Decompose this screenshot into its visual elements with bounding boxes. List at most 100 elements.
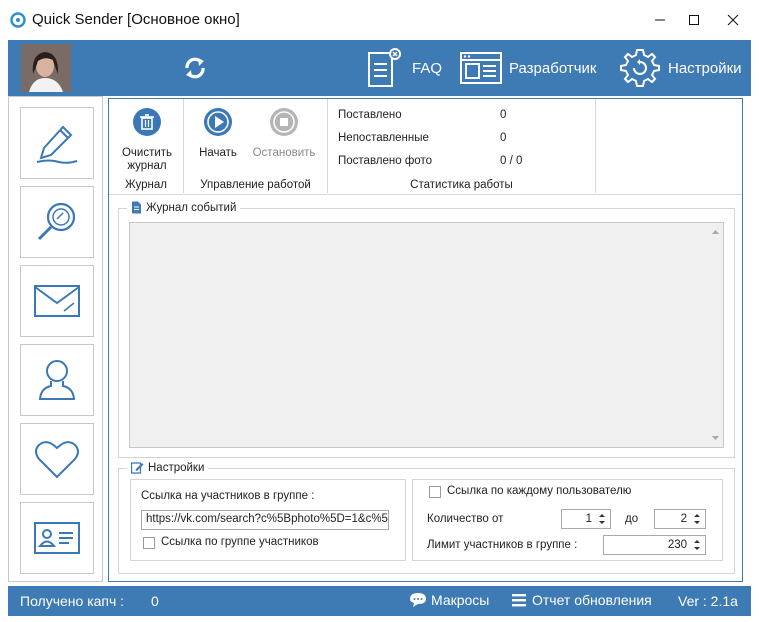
sidebar-item-messages[interactable] [20, 265, 94, 337]
faq-label: FAQ [412, 59, 443, 77]
trash-icon [133, 108, 161, 136]
stat-label-photos: Поставлено фото [338, 155, 432, 167]
developer-label: Разработчик [509, 59, 597, 77]
app-logo-icon [10, 12, 26, 28]
clear-journal-button[interactable]: Очистить журнал [117, 107, 177, 173]
clear-journal-label-line1: Очистить [121, 147, 173, 159]
sidebar-item-users[interactable] [20, 344, 94, 416]
start-label: Начать [199, 147, 237, 159]
group-link-box: Ссылка на участников в группе : https://… [130, 479, 406, 561]
scroll-up-icon [712, 230, 719, 234]
group-link-input[interactable]: https://vk.com/search?c%5Bphoto%5D=1&c%5… [141, 510, 389, 530]
user-icon [38, 360, 76, 400]
sidebar-item-likes[interactable] [20, 423, 94, 495]
group-link-label: Ссылка на участников в группе : [141, 490, 315, 502]
ribbon: Очистить журнал Журнал Начать Остановить… [109, 99, 742, 195]
maximize-icon [689, 15, 699, 25]
stat-label-delivered: Поставлено [338, 109, 402, 121]
sidebar-item-compose[interactable] [20, 107, 94, 179]
count-from-value: 1 [585, 513, 592, 525]
settings-label: Настройки [668, 59, 742, 77]
id-card-icon [34, 522, 80, 554]
work-group-caption: Управление работой [200, 179, 311, 191]
count-from-label: Количество от [427, 513, 504, 525]
heart-icon [35, 441, 79, 479]
stats-group-caption: Статистика работы [410, 179, 513, 191]
spin-arrows-icon[interactable] [691, 537, 703, 553]
settings-legend: Настройки [127, 461, 209, 474]
count-to-value: 2 [680, 513, 687, 525]
faq-button[interactable]: FAQ [366, 45, 442, 91]
settings-edit-icon [131, 462, 144, 474]
minimize-button[interactable] [643, 6, 677, 34]
avatar[interactable] [21, 44, 71, 92]
status-bar: Получено капч : 0 Макросы Отчет обновлен… [8, 586, 751, 616]
version-label: Ver : 2.1a [678, 593, 738, 609]
count-to-stepper[interactable]: 2 [654, 509, 706, 529]
update-report-label: Отчет обновления [532, 592, 652, 608]
close-button[interactable] [716, 6, 750, 34]
list-icon [512, 594, 526, 607]
sidebar-item-search[interactable] [20, 186, 94, 258]
captcha-label: Получено капч : [20, 593, 125, 609]
stop-button[interactable]: Остановить [248, 107, 320, 160]
refresh-button[interactable] [178, 51, 212, 85]
maximize-button[interactable] [677, 6, 711, 34]
limit-value: 230 [667, 539, 687, 551]
sidebar-item-profile[interactable] [20, 502, 94, 574]
settings-legend-label: Настройки [148, 461, 205, 474]
browser-window-icon [460, 52, 502, 84]
refresh-icon [185, 57, 205, 79]
window-title: Quick Sender [Основное окно] [32, 11, 240, 28]
settings-button[interactable]: Настройки [618, 45, 742, 91]
work-control-group: Начать Остановить Управление работой [184, 99, 328, 193]
avatar-image [21, 44, 71, 92]
captcha-value: 0 [151, 593, 159, 609]
stat-value-delivered: 0 [500, 109, 507, 121]
stat-label-undelivered: Непоставленные [338, 132, 429, 144]
play-icon [204, 108, 232, 136]
close-icon [727, 14, 739, 26]
document-icon [132, 201, 141, 214]
per-user-checkbox[interactable] [429, 486, 441, 498]
journal-group-caption: Журнал [125, 179, 167, 191]
title-bar: Quick Sender [Основное окно] [0, 0, 759, 40]
main-panel: Очистить журнал Журнал Начать Остановить… [108, 98, 743, 582]
clear-journal-label-line2: журнал [127, 160, 167, 172]
macros-label: Макросы [431, 592, 490, 608]
gear-icon [620, 49, 660, 87]
group-link-checkbox[interactable] [143, 537, 155, 549]
event-log[interactable] [129, 222, 724, 448]
scroll-down-icon [712, 436, 719, 440]
developer-button[interactable]: Разработчик [459, 45, 596, 91]
count-from-stepper[interactable]: 1 [561, 509, 611, 529]
update-report-button[interactable]: Отчет обновления [511, 592, 652, 608]
stop-label: Остановить [252, 147, 316, 159]
log-scrollbar[interactable] [708, 223, 723, 447]
limit-stepper[interactable]: 230 [603, 535, 706, 555]
spin-arrows-icon[interactable] [596, 511, 608, 527]
macros-button[interactable]: Макросы [409, 592, 489, 608]
pen-write-icon [36, 125, 78, 164]
group-link-checkbox-label: Ссылка по группе участников [161, 536, 319, 548]
per-user-checkbox-label: Ссылка по каждому пользователю [447, 485, 632, 497]
journal-group: Очистить журнал Журнал [109, 99, 184, 193]
stop-icon [270, 108, 298, 136]
count-to-label: до [625, 513, 639, 525]
journal-fieldset: Журнал событий [118, 201, 735, 458]
stat-value-undelivered: 0 [500, 132, 507, 144]
envelope-icon [34, 285, 80, 317]
stat-value-photos: 0 / 0 [500, 155, 523, 167]
journal-legend-label: Журнал событий [146, 201, 237, 214]
journal-legend: Журнал событий [127, 201, 241, 214]
stats-group: Поставлено 0 Непоставленные 0 Поставлено… [328, 99, 596, 193]
spin-arrows-icon[interactable] [691, 511, 703, 527]
settings-fieldset: Настройки Ссылка на участников в группе … [118, 461, 735, 574]
search-icon [37, 202, 76, 241]
limit-label: Лимит участников в группе : [427, 539, 578, 551]
chat-bubble-icon [410, 593, 426, 607]
sidebar [8, 96, 103, 582]
start-button[interactable]: Начать [188, 107, 248, 160]
per-user-box: Ссылка по каждому пользователю Количеств… [412, 479, 723, 561]
faq-document-icon [368, 48, 401, 87]
